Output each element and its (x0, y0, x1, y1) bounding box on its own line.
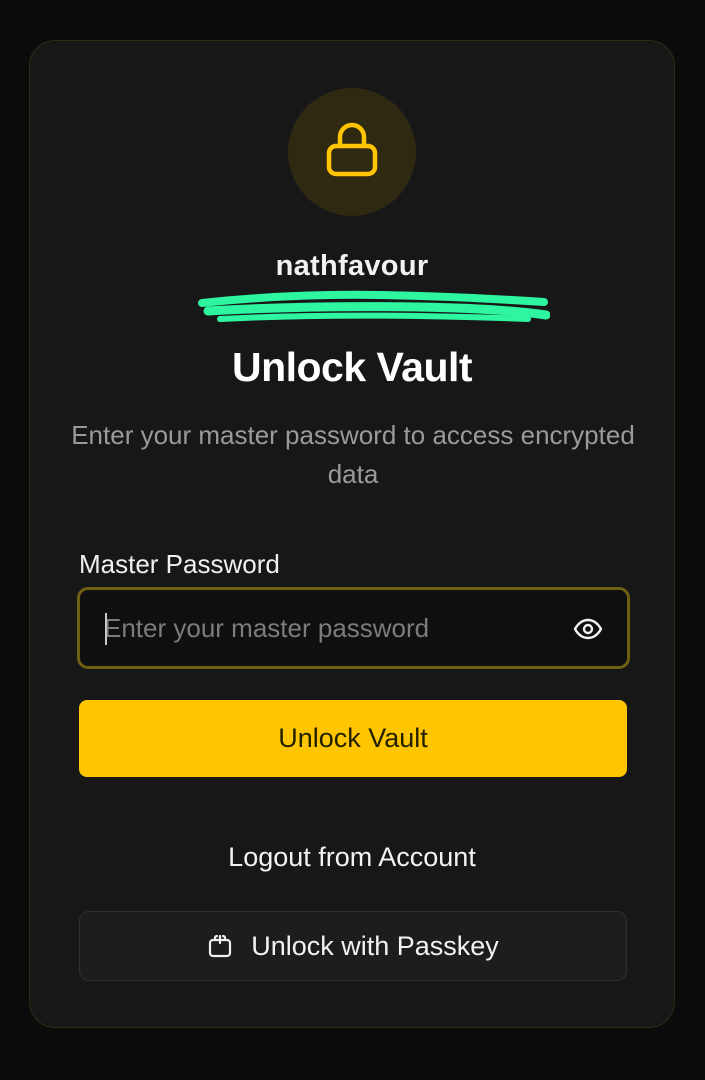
lock-icon (323, 119, 381, 186)
account-username: nathfavour (275, 250, 429, 282)
page-title: Unlock Vault (231, 344, 473, 390)
password-field (77, 587, 630, 669)
lock-badge (288, 88, 416, 216)
text-caret (105, 613, 107, 645)
page-subtitle: Enter your master password to access enc… (71, 420, 635, 489)
passkey-icon (207, 933, 233, 959)
logout-button[interactable]: Logout from Account (30, 842, 674, 873)
eye-icon[interactable] (571, 612, 605, 646)
email-redaction-scribble (198, 290, 550, 322)
master-password-input[interactable] (104, 590, 544, 666)
passkey-button-label: Unlock with Passkey (251, 930, 499, 961)
unlock-vault-button[interactable]: Unlock Vault (79, 700, 627, 777)
unlock-with-passkey-button[interactable]: Unlock with Passkey (79, 911, 627, 981)
password-field-label: Master Password (79, 549, 280, 579)
unlock-card: nathfavour Unlock Vault Enter your maste… (29, 40, 675, 1028)
